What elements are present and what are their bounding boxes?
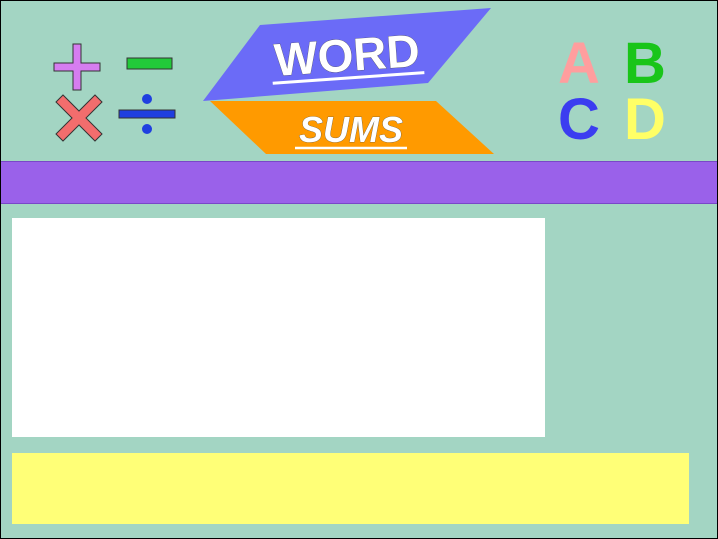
letter-d: D xyxy=(624,87,666,152)
letter-b: B xyxy=(624,31,666,96)
title-sums-text: SUMS xyxy=(299,109,403,150)
header-band xyxy=(1,161,717,204)
letter-a: A xyxy=(558,31,600,96)
slide-frame: WORD SUMS A B C D xyxy=(0,0,718,539)
letter-group: A B C D xyxy=(549,31,679,151)
sums-banner: SUMS xyxy=(210,101,494,154)
question-panel[interactable] xyxy=(12,218,545,437)
answer-panel[interactable] xyxy=(12,453,689,524)
letter-c: C xyxy=(558,87,600,152)
